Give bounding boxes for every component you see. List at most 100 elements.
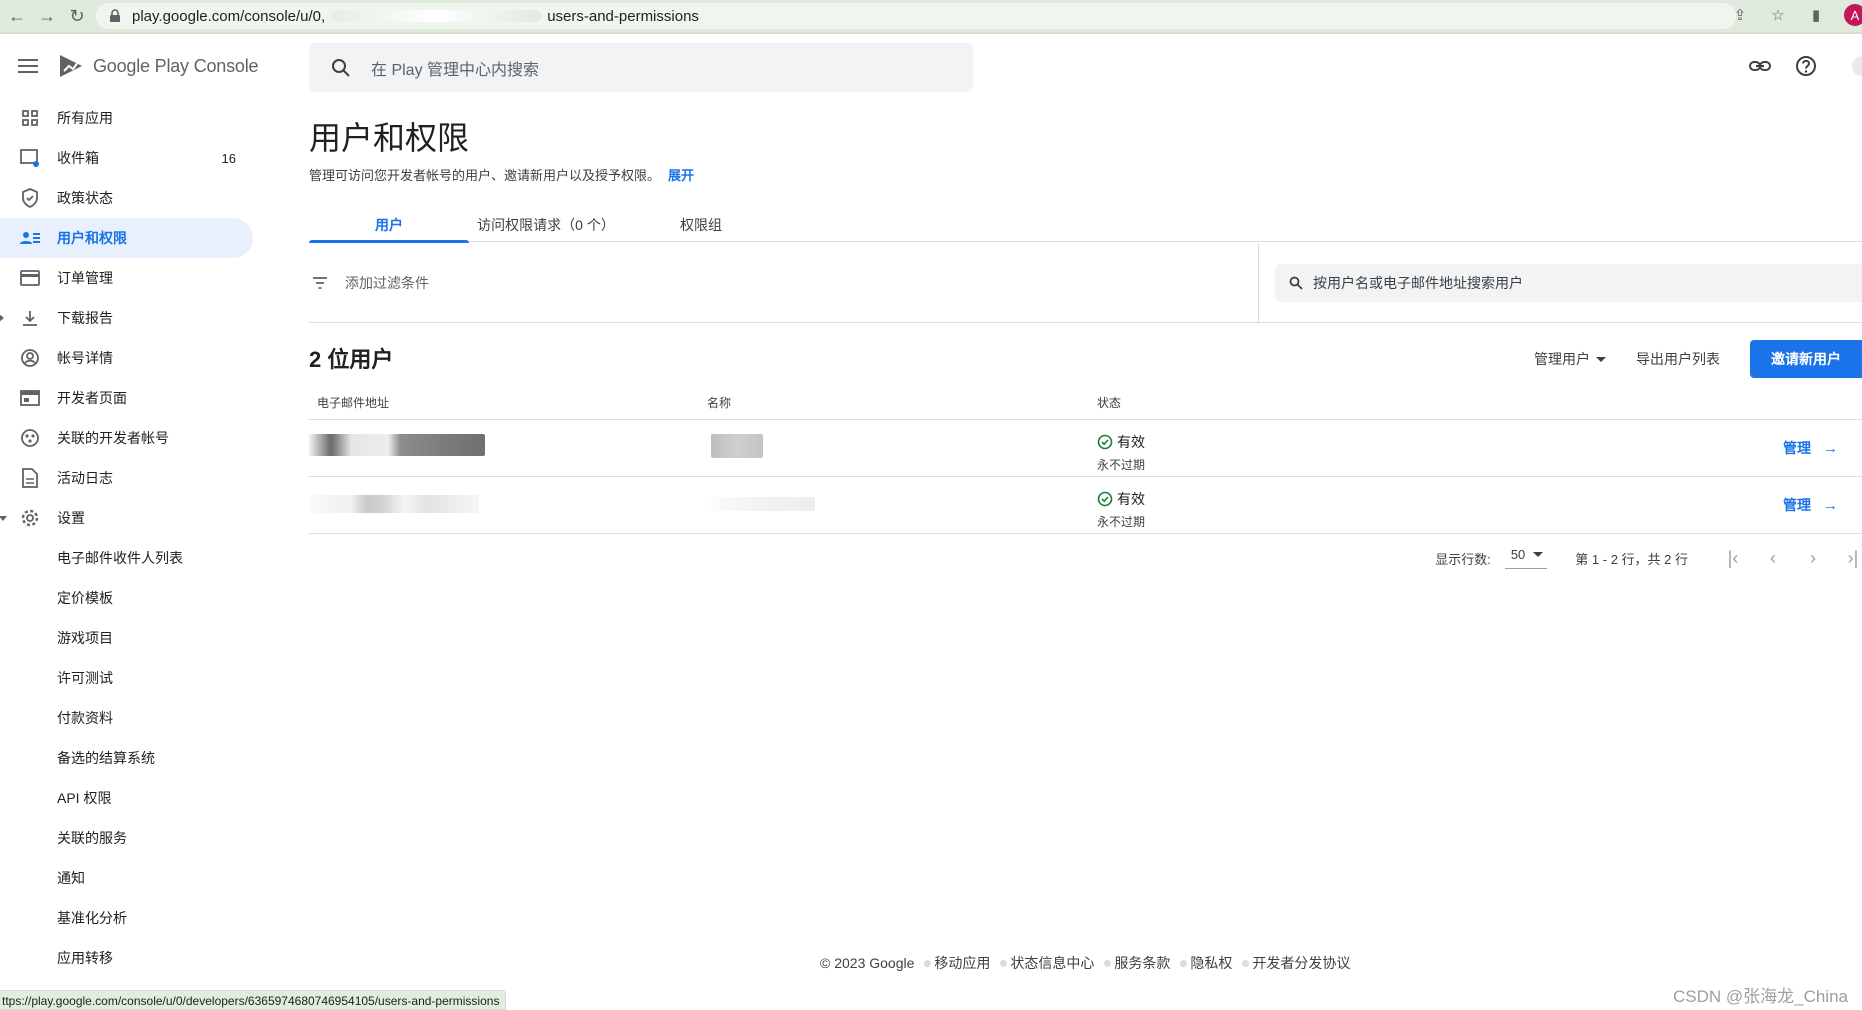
sidebar-subitem-benchmarking[interactable]: 基准化分析 [0, 898, 254, 938]
table-row[interactable]: 有效 永不过期 管理 → [309, 420, 1862, 477]
expiry-text: 永不过期 [1097, 458, 1146, 472]
account-icon [19, 347, 41, 369]
hamburger-menu-icon[interactable] [18, 55, 40, 77]
user-count-title: 2 位用户 [309, 347, 394, 372]
lock-icon [110, 9, 120, 22]
export-users-button[interactable]: 导出用户列表 [1636, 349, 1720, 369]
collapse-caret-icon[interactable] [0, 515, 7, 521]
sidebar-item-label: 收件箱 [57, 150, 99, 166]
sidebar-subitem-game-projects[interactable]: 游戏项目 [0, 618, 254, 658]
sidebar-subitem-email-list[interactable]: 电子邮件收件人列表 [0, 538, 254, 578]
column-header-name[interactable]: 名称 [707, 394, 731, 411]
sidebar-item-all-apps[interactable]: 所有应用 [0, 98, 254, 138]
browser-toolbar: ← → ↻ play.google.com/console/u/0, users… [0, 0, 1862, 34]
sidebar-item-inbox[interactable]: 收件箱 16 [0, 138, 254, 178]
sidebar-item-account-details[interactable]: 帐号详情 [0, 338, 254, 378]
sidebar-subitem-linked-services[interactable]: 关联的服务 [0, 818, 254, 858]
sidebar-item-policy[interactable]: 政策状态 [0, 178, 254, 218]
sidebar-subitem-alt-billing[interactable]: 备选的结算系统 [0, 738, 254, 778]
users-table: 电子邮件地址 名称 状态 有效 永不过期 管理 → 有效 永不过期 管理 → [309, 384, 1862, 534]
status-cell: 有效 永不过期 [1097, 432, 1145, 473]
footer-link-privacy[interactable]: 隐私权 [1190, 953, 1232, 973]
column-header-email[interactable]: 电子邮件地址 [317, 394, 389, 411]
reload-icon[interactable]: ↻ [64, 3, 90, 29]
sidebar-item-label: 关联的开发者帐号 [57, 430, 169, 446]
first-page-icon[interactable]: |‹ [1724, 548, 1742, 569]
pagination-range: 第 1 - 2 行，共 2 行 [1575, 551, 1688, 567]
tab-permission-groups[interactable]: 权限组 [623, 208, 779, 242]
sidebar-item-download-reports[interactable]: 下载报告 [0, 298, 254, 338]
help-icon[interactable] [1794, 54, 1818, 78]
check-circle-icon [1097, 491, 1113, 507]
chevron-down-icon [1533, 552, 1544, 557]
page-description-text: 管理可访问您开发者帐号的用户、邀请新用户以及授予权限。 [309, 168, 661, 183]
sidebar-item-linked-accounts[interactable]: 关联的开发者帐号 [0, 418, 254, 458]
sidebar-nav: 所有应用 收件箱 16 政策状态 用户和权限 订单管理 下载报告 帐号详情 开发… [0, 98, 254, 978]
filter-bar: 添加过滤条件 按用户名或电子邮件地址搜索用户 [309, 243, 1862, 323]
sidebar-item-settings[interactable]: 设置 [0, 498, 254, 538]
sidebar-subitem-api-access[interactable]: API 权限 [0, 778, 254, 818]
add-filter-button[interactable]: 添加过滤条件 [309, 243, 1259, 323]
inbox-icon [19, 147, 41, 169]
profile-avatar[interactable]: A [1844, 4, 1862, 26]
sidebar-subitem-license-testing[interactable]: 许可测试 [0, 658, 254, 698]
filter-label: 添加过滤条件 [345, 275, 429, 291]
table-row[interactable]: 有效 永不过期 管理 → [309, 477, 1862, 534]
sidebar-item-label: 设置 [57, 510, 85, 526]
next-page-icon[interactable]: › [1804, 548, 1822, 569]
sidebar-item-activity-log[interactable]: 活动日志 [0, 458, 254, 498]
status-cell: 有效 永不过期 [1097, 489, 1145, 530]
sidebar-item-users-permissions[interactable]: 用户和权限 [0, 218, 253, 258]
redacted-name [711, 434, 763, 458]
chevron-down-icon [1596, 356, 1606, 362]
sidebar-subitem-app-transfer[interactable]: 应用转移 [0, 938, 254, 978]
footer-link-mobile[interactable]: 移动应用 [934, 953, 990, 973]
column-header-status[interactable]: 状态 [1097, 394, 1121, 411]
sidebar-item-label: 用户和权限 [57, 230, 127, 246]
header-actions [1748, 54, 1818, 78]
tab-bar: 用户 访问权限请求（0 个） 权限组 [309, 208, 1862, 243]
footer-link-status[interactable]: 状态信息中心 [1010, 953, 1094, 973]
manage-user-link[interactable]: 管理 → [1783, 495, 1838, 515]
sidebar-item-orders[interactable]: 订单管理 [0, 258, 254, 298]
sidebar-subitem-payments-profile[interactable]: 付款资料 [0, 698, 254, 738]
manage-label: 管理 [1783, 440, 1811, 456]
back-icon[interactable]: ← [4, 3, 30, 29]
invite-user-button[interactable]: 邀请新用户 [1750, 340, 1862, 378]
pagination: 显示行数: 50 第 1 - 2 行，共 2 行 |‹ ‹ › ›| [1435, 547, 1862, 569]
account-avatar[interactable] [1852, 56, 1862, 76]
credit-card-icon [19, 267, 41, 289]
footer-link-terms[interactable]: 服务条款 [1114, 953, 1170, 973]
expand-caret-icon[interactable] [0, 314, 4, 322]
last-page-icon[interactable]: ›| [1844, 548, 1862, 569]
filter-icon [313, 277, 327, 289]
global-search-input[interactable]: 在 Play 管理中心内搜索 [309, 43, 973, 92]
share-icon[interactable]: ⇪ [1730, 5, 1750, 25]
users-icon [19, 227, 41, 249]
tab-users[interactable]: 用户 [309, 208, 469, 243]
link-icon[interactable] [1748, 54, 1772, 78]
arrow-right-icon: → [1823, 496, 1838, 514]
user-search-input[interactable]: 按用户名或电子邮件地址搜索用户 [1275, 264, 1862, 302]
logo-text: Google Play [93, 55, 189, 76]
sidebar-item-developer-page[interactable]: 开发者页面 [0, 378, 254, 418]
prev-page-icon[interactable]: ‹ [1764, 548, 1782, 569]
sidebar-subitem-notifications[interactable]: 通知 [0, 858, 254, 898]
tab-access-requests[interactable]: 访问权限请求（0 个） [469, 208, 623, 242]
check-circle-icon [1097, 434, 1113, 450]
star-icon[interactable]: ☆ [1768, 5, 1788, 25]
table-actions: 管理用户 导出用户列表 邀请新用户 [1534, 340, 1862, 378]
play-console-logo[interactable]: Google Play Console [57, 52, 259, 80]
manage-users-dropdown[interactable]: 管理用户 [1534, 349, 1606, 369]
rows-per-page-select[interactable]: 50 [1504, 547, 1548, 569]
address-bar[interactable]: play.google.com/console/u/0, users-and-p… [96, 3, 1736, 29]
sidebar-item-label: 订单管理 [57, 270, 113, 286]
shield-icon [19, 187, 41, 209]
sidebar-subitem-pricing-templates[interactable]: 定价模板 [0, 578, 254, 618]
forward-icon[interactable]: → [34, 3, 60, 29]
expand-link[interactable]: 展开 [668, 168, 694, 183]
manage-user-link[interactable]: 管理 → [1783, 438, 1838, 458]
page-footer: © 2023 Google 移动应用 状态信息中心 服务条款 隐私权 开发者分发… [820, 953, 1350, 973]
footer-link-dda[interactable]: 开发者分发协议 [1252, 953, 1350, 973]
side-panel-icon[interactable]: ▮ [1806, 5, 1826, 25]
